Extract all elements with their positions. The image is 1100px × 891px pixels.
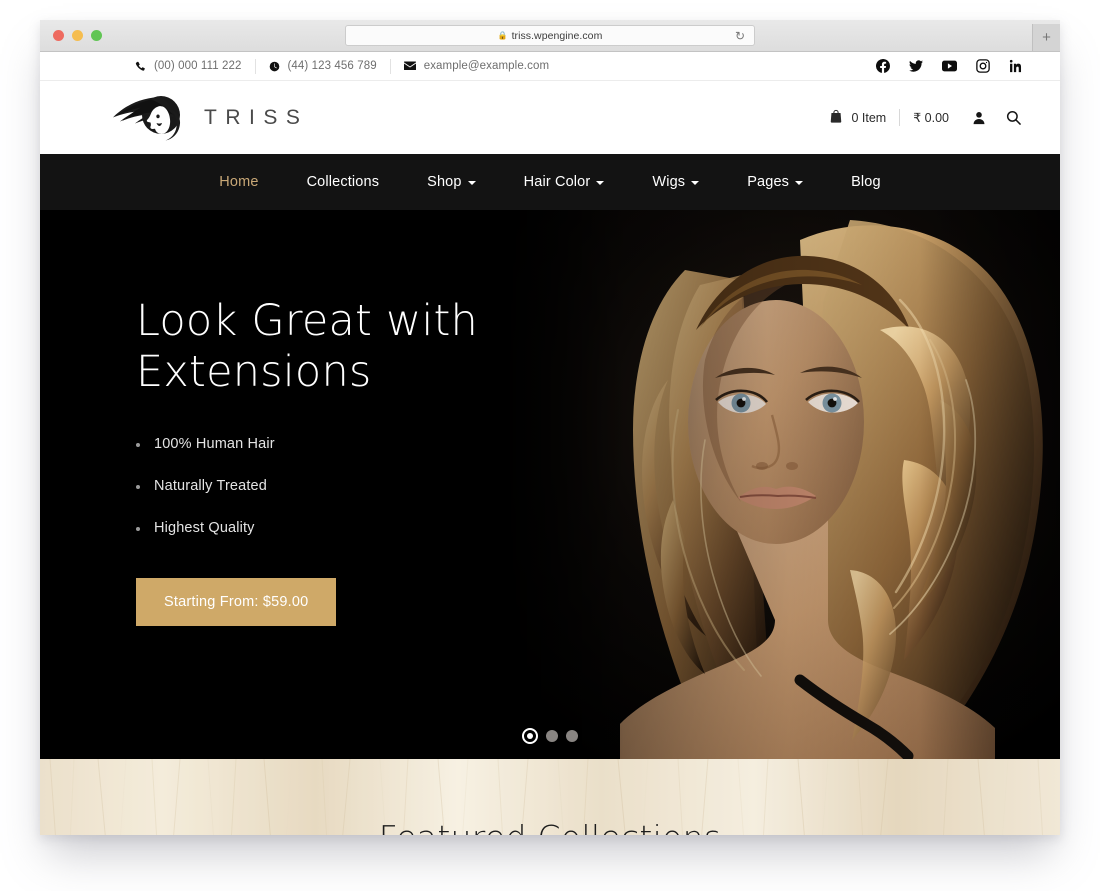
nav-label-collections: Collections	[306, 174, 380, 190]
new-tab-button[interactable]: +	[1032, 24, 1060, 51]
phone-icon	[135, 61, 146, 72]
facebook-icon[interactable]	[876, 59, 890, 73]
nav-label-wigs: Wigs	[652, 174, 686, 190]
hero-title-line-2: Extensions	[136, 346, 372, 397]
linkedin-icon[interactable]	[1009, 59, 1023, 73]
close-window-button[interactable]	[53, 30, 64, 41]
envelope-icon	[403, 61, 416, 71]
nav-label-home: Home	[219, 174, 259, 190]
youtube-icon[interactable]	[942, 59, 957, 73]
nav-label-hair-color: Hair Color	[523, 174, 591, 190]
email-contact[interactable]: example@example.com	[389, 58, 562, 74]
contact-info-group: (00) 000 111 222 (44) 123 456 789 exampl…	[122, 58, 562, 74]
hero-slider: Look Great with Extensions 100% Human Ha…	[40, 210, 1060, 759]
cart-count-text: 0 Item	[851, 110, 887, 125]
shopping-bag-icon	[829, 109, 843, 126]
nav-item-blog[interactable]: Blog	[827, 174, 905, 190]
chevron-down-icon	[795, 181, 804, 185]
hero-title-line-1: Look Great with	[136, 296, 479, 346]
chevron-down-icon	[691, 181, 700, 185]
main-navigation: Home Collections Shop Hair Color Wigs Pa…	[40, 154, 1060, 210]
browser-window: 🔒 triss.wpengine.com ↻ + (00) 000 111 22…	[40, 20, 1060, 835]
chevron-down-icon	[467, 181, 476, 185]
cart-total-text: ₹ 0.00	[913, 111, 949, 125]
hero-feature-list: 100% Human Hair Naturally Treated Highes…	[136, 436, 536, 536]
secondary-phone-contact[interactable]: (44) 123 456 789	[254, 58, 390, 74]
nav-item-collections[interactable]: Collections	[283, 174, 404, 190]
reload-icon[interactable]: ↻	[735, 30, 745, 42]
nav-item-home[interactable]: Home	[195, 174, 282, 190]
hero-feature-item: Highest Quality	[136, 520, 536, 536]
nav-label-blog: Blog	[851, 174, 881, 190]
cart-summary[interactable]: 0 Item ₹ 0.00	[816, 109, 962, 126]
instagram-icon[interactable]	[976, 59, 990, 73]
hero-feature-item: Naturally Treated	[136, 478, 536, 494]
site-logo[interactable]: TRISS	[112, 94, 308, 142]
twitter-icon[interactable]	[909, 59, 923, 73]
address-bar[interactable]: 🔒 triss.wpengine.com ↻	[345, 25, 755, 46]
address-bar-content: 🔒 triss.wpengine.com	[498, 30, 603, 42]
nav-item-pages[interactable]: Pages	[723, 174, 827, 190]
hero-content: Look Great with Extensions 100% Human Ha…	[136, 296, 536, 627]
hero-feature-item: 100% Human Hair	[136, 436, 536, 452]
clock-icon	[269, 61, 280, 72]
browser-chrome-bar: 🔒 triss.wpengine.com ↻ +	[40, 20, 1060, 52]
chevron-down-icon	[596, 181, 605, 185]
header-actions: 0 Item ₹ 0.00	[816, 109, 1031, 126]
featured-collections-section: Featured Collections	[40, 759, 1060, 835]
slider-dot-3[interactable]	[566, 730, 578, 742]
lock-icon: 🔒	[497, 30, 508, 40]
slider-pagination	[522, 728, 578, 744]
featured-collections-title: Featured Collections	[40, 818, 1060, 835]
nav-item-wigs[interactable]: Wigs	[628, 174, 723, 190]
url-text: triss.wpengine.com	[511, 29, 603, 42]
window-traffic-lights	[40, 30, 102, 41]
site-header: TRISS 0 Item ₹ 0.00	[40, 81, 1060, 154]
nav-label-pages: Pages	[747, 174, 790, 190]
slider-dot-2[interactable]	[546, 730, 558, 742]
nav-list: Home Collections Shop Hair Color Wigs Pa…	[195, 174, 904, 190]
hero-model-photo	[500, 210, 1060, 759]
social-links-group	[876, 59, 1023, 73]
maximize-window-button[interactable]	[91, 30, 102, 41]
page-viewport: (00) 000 111 222 (44) 123 456 789 exampl…	[40, 52, 1060, 835]
logo-wordmark: TRISS	[204, 105, 309, 129]
secondary-phone-text: (44) 123 456 789	[287, 60, 377, 72]
hero-title: Look Great with Extensions	[136, 296, 536, 397]
hero-cta-button[interactable]: Starting From: $59.00	[136, 578, 337, 627]
cart-item-count[interactable]: 0 Item	[816, 109, 899, 126]
top-info-bar: (00) 000 111 222 (44) 123 456 789 exampl…	[40, 52, 1060, 81]
minimize-window-button[interactable]	[72, 30, 83, 41]
nav-item-shop[interactable]: Shop	[403, 174, 499, 190]
user-account-icon[interactable]	[962, 111, 996, 125]
phone-number-text: (00) 000 111 222	[154, 60, 242, 72]
email-text: example@example.com	[423, 60, 550, 72]
hair-woman-logo-icon	[113, 95, 181, 140]
slider-dot-1[interactable]	[522, 728, 538, 744]
nav-item-hair-color[interactable]: Hair Color	[500, 174, 629, 190]
nav-label-shop: Shop	[427, 174, 462, 190]
phone-contact[interactable]: (00) 000 111 222	[122, 59, 255, 74]
cart-total[interactable]: ₹ 0.00	[899, 109, 962, 126]
search-icon[interactable]	[996, 110, 1031, 125]
